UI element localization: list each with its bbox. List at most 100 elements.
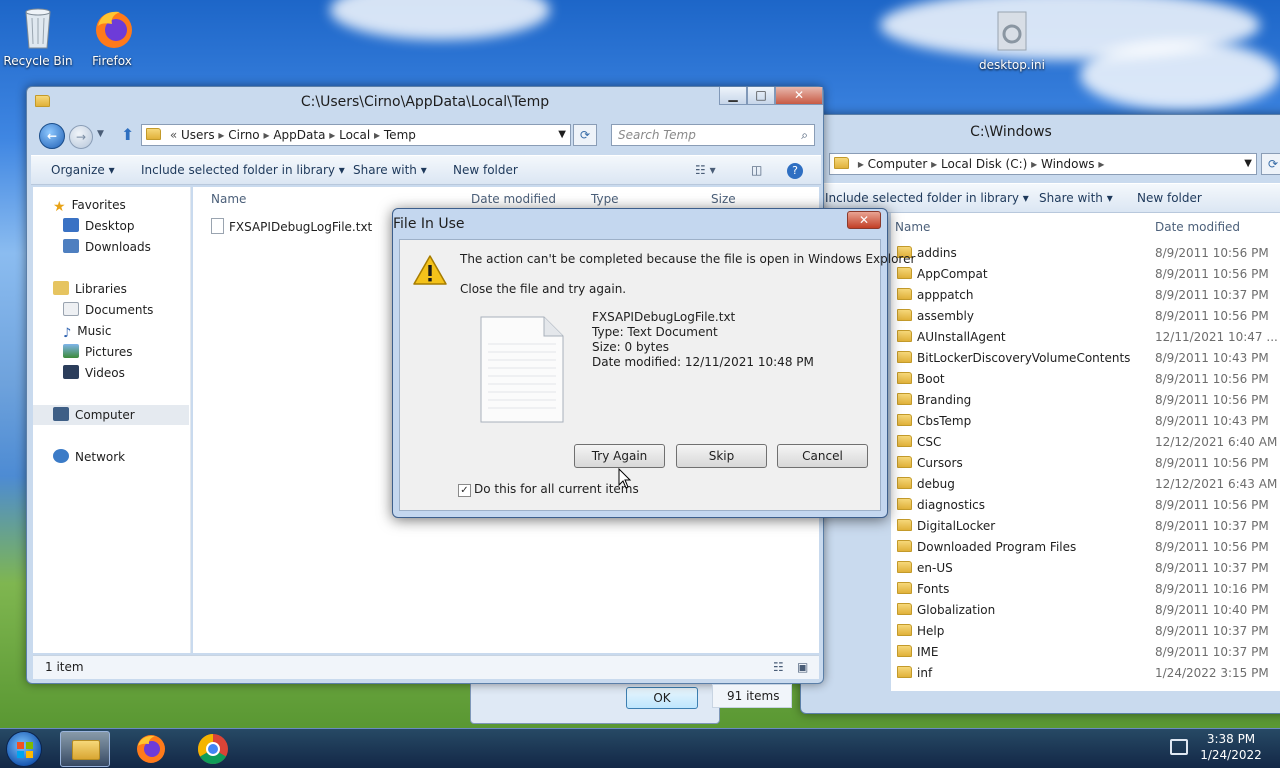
- column-header-type[interactable]: Type: [591, 189, 619, 209]
- breadcrumb-item[interactable]: Users: [181, 128, 215, 142]
- nav-music[interactable]: ♪ Music: [63, 321, 111, 341]
- table-row[interactable]: AppCompat 8/9/2011 10:56 PM: [897, 264, 1280, 285]
- breadcrumb-item[interactable]: Computer: [868, 157, 928, 171]
- breadcrumb-item[interactable]: Local: [339, 128, 370, 142]
- refresh-button[interactable]: ⟳: [1261, 153, 1280, 175]
- row-name: Boot: [917, 372, 945, 386]
- refresh-button[interactable]: ⟳: [573, 124, 597, 146]
- desktop-icon-desktop-ini[interactable]: desktop.ini: [974, 10, 1050, 72]
- apply-all-label[interactable]: Do this for all current items: [474, 482, 639, 496]
- new-folder-button[interactable]: New folder: [453, 156, 518, 184]
- column-header-name[interactable]: Name: [211, 189, 246, 209]
- back-button[interactable]: ←: [39, 123, 65, 149]
- table-row[interactable]: Boot 8/9/2011 10:56 PM: [897, 369, 1280, 390]
- desktop-icon-firefox[interactable]: Firefox: [74, 6, 150, 68]
- share-with-button[interactable]: Share with ▾: [353, 156, 427, 184]
- search-icon[interactable]: ⌕: [801, 125, 808, 145]
- chevron-down-icon[interactable]: ▼: [558, 125, 566, 145]
- close-button[interactable]: ✕: [847, 211, 881, 229]
- recent-pages-icon[interactable]: ▼: [97, 129, 104, 139]
- clock-date: 1/24/2022: [1200, 748, 1262, 762]
- help-icon[interactable]: ?: [787, 156, 803, 184]
- nav-documents[interactable]: Documents: [63, 300, 153, 320]
- folder-icon: [897, 603, 912, 615]
- include-in-library-button[interactable]: Include selected folder in library ▾: [141, 156, 345, 184]
- column-header-name[interactable]: Name: [895, 217, 930, 237]
- table-row[interactable]: Branding 8/9/2011 10:56 PM: [897, 390, 1280, 411]
- column-header-date[interactable]: Date modified: [471, 189, 556, 209]
- desktop-icon-recycle-bin[interactable]: Recycle Bin: [0, 6, 76, 68]
- nav-network[interactable]: Network: [53, 447, 125, 467]
- table-row[interactable]: CSC 12/12/2021 6:40 AM: [897, 432, 1280, 453]
- taskbar-explorer-button[interactable]: [60, 731, 110, 767]
- row-date: 12/12/2021 6:43 AM: [1155, 477, 1278, 491]
- column-header-size[interactable]: Size: [711, 189, 736, 209]
- up-folder-icon[interactable]: ⬆: [121, 125, 134, 144]
- row-date: 8/9/2011 10:56 PM: [1155, 246, 1269, 260]
- nav-libraries[interactable]: Libraries: [53, 279, 127, 299]
- nav-computer[interactable]: Computer: [33, 405, 189, 425]
- table-row[interactable]: debug 12/12/2021 6:43 AM: [897, 474, 1280, 495]
- new-folder-button[interactable]: New folder: [1137, 184, 1202, 212]
- clock[interactable]: 3:38 PM 1/24/2022: [1198, 731, 1264, 763]
- status-bar-windows: 91 items: [712, 684, 792, 708]
- address-bar[interactable]: ▸ Computer ▸ Local Disk (C:) ▸ Windows ▸…: [829, 153, 1257, 175]
- share-with-button[interactable]: Share with ▾: [1039, 184, 1113, 212]
- table-row[interactable]: Cursors 8/9/2011 10:56 PM: [897, 453, 1280, 474]
- table-row[interactable]: CbsTemp 8/9/2011 10:43 PM: [897, 411, 1280, 432]
- column-header-date[interactable]: Date modified: [1155, 217, 1240, 237]
- breadcrumb-item[interactable]: Local Disk (C:): [941, 157, 1027, 171]
- organize-button[interactable]: Organize ▾: [51, 156, 115, 184]
- table-row[interactable]: BitLockerDiscoveryVolumeContents 8/9/2011…: [897, 348, 1280, 369]
- breadcrumb-item[interactable]: Cirno: [228, 128, 259, 142]
- chevron-down-icon[interactable]: ▼: [1244, 154, 1252, 174]
- table-row[interactable]: AUInstallAgent 12/11/2021 10:47 ...: [897, 327, 1280, 348]
- maximize-button[interactable]: □: [747, 87, 775, 105]
- table-row[interactable]: apppatch 8/9/2011 10:37 PM: [897, 285, 1280, 306]
- desktop-icon-label: Recycle Bin: [3, 54, 73, 68]
- table-row[interactable]: IME 8/9/2011 10:37 PM: [897, 642, 1280, 663]
- preview-pane-icon[interactable]: ◫: [751, 156, 762, 184]
- network-tray-icon[interactable]: [1170, 739, 1188, 755]
- cancel-button[interactable]: Cancel: [777, 444, 868, 468]
- table-row[interactable]: Globalization 8/9/2011 10:40 PM: [897, 600, 1280, 621]
- folder-icon: [897, 393, 912, 405]
- table-row[interactable]: assembly 8/9/2011 10:56 PM: [897, 306, 1280, 327]
- thumbnail-view-icon[interactable]: ▣: [797, 656, 808, 678]
- skip-button[interactable]: Skip: [676, 444, 767, 468]
- breadcrumb-item[interactable]: AppData: [273, 128, 325, 142]
- nav-videos[interactable]: Videos: [63, 363, 125, 383]
- address-bar[interactable]: « Users ▸ Cirno ▸ AppData ▸ Local ▸ Temp…: [141, 124, 571, 146]
- row-date: 12/11/2021 10:47 ...: [1155, 330, 1278, 344]
- breadcrumb-item[interactable]: Windows: [1041, 157, 1095, 171]
- view-options-icon[interactable]: ☷ ▾: [695, 156, 716, 184]
- row-name: diagnostics: [917, 498, 986, 512]
- pictures-icon: [63, 344, 79, 358]
- forward-button[interactable]: →: [69, 125, 93, 149]
- apply-all-checkbox[interactable]: ✓: [458, 484, 471, 497]
- taskbar-firefox-button[interactable]: [128, 731, 174, 767]
- nav-pictures[interactable]: Pictures: [63, 342, 133, 362]
- table-row[interactable]: Help 8/9/2011 10:37 PM: [897, 621, 1280, 642]
- row-date: 8/9/2011 10:56 PM: [1155, 393, 1269, 407]
- taskbar-chrome-button[interactable]: [190, 731, 236, 767]
- close-button[interactable]: ✕: [775, 87, 823, 105]
- nav-favorites[interactable]: ★ Favorites: [53, 195, 126, 215]
- search-input[interactable]: Search Temp ⌕: [611, 124, 815, 146]
- table-row[interactable]: en-US 8/9/2011 10:37 PM: [897, 558, 1280, 579]
- try-again-button[interactable]: Try Again: [574, 444, 665, 468]
- table-row[interactable]: Fonts 8/9/2011 10:16 PM: [897, 579, 1280, 600]
- table-row[interactable]: DigitalLocker 8/9/2011 10:37 PM: [897, 516, 1280, 537]
- table-row[interactable]: Downloaded Program Files 8/9/2011 10:56 P…: [897, 537, 1280, 558]
- start-button[interactable]: [6, 731, 42, 767]
- table-row[interactable]: addins 8/9/2011 10:56 PM: [897, 243, 1280, 264]
- nav-downloads[interactable]: Downloads: [63, 237, 151, 257]
- table-row[interactable]: inf 1/24/2022 3:15 PM: [897, 663, 1280, 684]
- details-view-icon[interactable]: ☷: [773, 656, 784, 678]
- ok-button[interactable]: OK: [626, 687, 698, 709]
- nav-desktop[interactable]: Desktop: [63, 216, 135, 236]
- breadcrumb-item[interactable]: Temp: [384, 128, 416, 142]
- minimize-button[interactable]: ▁: [719, 87, 747, 105]
- table-row[interactable]: diagnostics 8/9/2011 10:56 PM: [897, 495, 1280, 516]
- file-row[interactable]: FXSAPIDebugLogFile.txt: [211, 217, 372, 238]
